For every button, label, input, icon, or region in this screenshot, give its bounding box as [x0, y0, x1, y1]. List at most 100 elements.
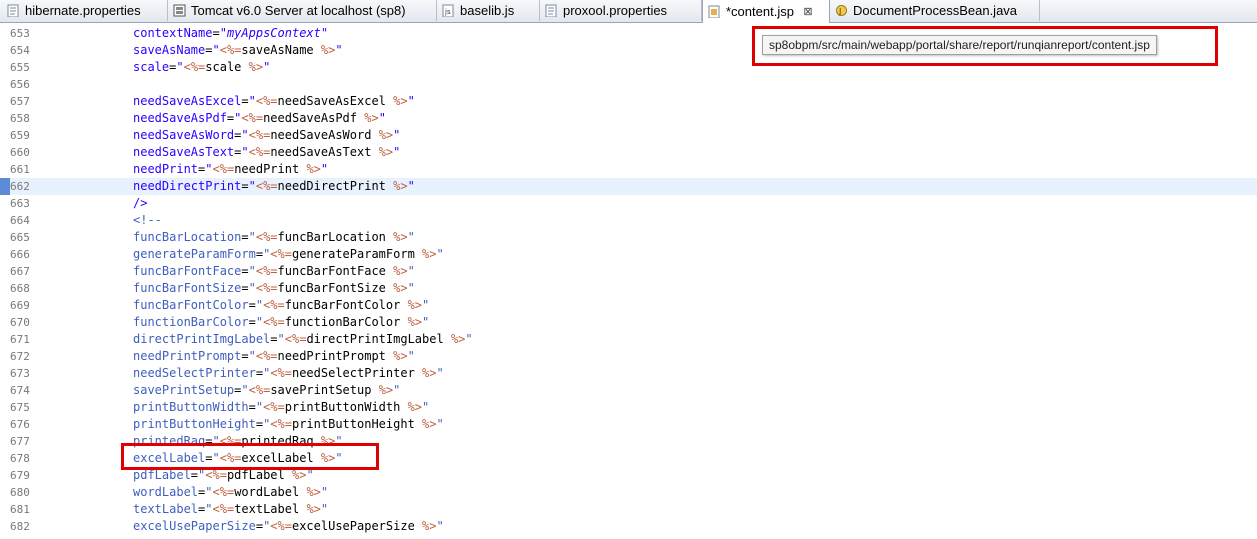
code-line[interactable]: 658 needSaveAsPdf="<%=needSaveAsPdf %>"	[0, 110, 1257, 127]
code-text: needSaveAsWord="<%=needSaveAsWord %>"	[133, 128, 401, 142]
code-line[interactable]: 672 needPrintPrompt="<%=needPrintPrompt %…	[0, 348, 1257, 365]
code-line[interactable]: 668 funcBarFontSize="<%=funcBarFontSize %…	[0, 280, 1257, 297]
line-number: 673	[10, 367, 30, 380]
code-line[interactable]: 666 generateParamForm="<%=generateParamFo…	[0, 246, 1257, 263]
line-number: 661	[10, 163, 30, 176]
tab-content-jsp[interactable]: *content.jsp ⊠	[702, 0, 830, 23]
code-line[interactable]: 680 wordLabel="<%=wordLabel %>"	[0, 484, 1257, 501]
code-line[interactable]: 660 needSaveAsText="<%=needSaveAsText %>"	[0, 144, 1257, 161]
line-number: 656	[10, 78, 30, 91]
line-number: 670	[10, 316, 30, 329]
code-text: needSaveAsExcel="<%=needSaveAsExcel %>"	[133, 94, 415, 108]
code-text: needSaveAsPdf="<%=needSaveAsPdf %>"	[133, 111, 386, 125]
highlight-box-excel-label	[121, 443, 379, 470]
line-number: 677	[10, 435, 30, 448]
code-line[interactable]: 676 printButtonHeight="<%=printButtonHeig…	[0, 416, 1257, 433]
line-number: 666	[10, 248, 30, 261]
tab-hibernate-properties[interactable]: hibernate.properties	[2, 0, 168, 21]
code-text: wordLabel="<%=wordLabel %>"	[133, 485, 329, 499]
code-line[interactable]: 665 funcBarLocation="<%=funcBarLocation %…	[0, 229, 1257, 246]
code-text: <!--	[133, 213, 162, 227]
line-number: 655	[10, 61, 30, 74]
code-text: functionBarColor="<%=functionBarColor %>…	[133, 315, 430, 329]
line-number: 660	[10, 146, 30, 159]
code-text: directPrintImgLabel="<%=directPrintImgLa…	[133, 332, 473, 346]
code-line[interactable]: 663 />	[0, 195, 1257, 212]
line-number: 657	[10, 95, 30, 108]
code-line[interactable]: 671 directPrintImgLabel="<%=directPrintIm…	[0, 331, 1257, 348]
line-number: 675	[10, 401, 30, 414]
line-number: 679	[10, 469, 30, 482]
code-text: needSelectPrinter="<%=needSelectPrinter …	[133, 366, 444, 380]
line-number: 658	[10, 112, 30, 125]
tab-proxool-properties[interactable]: proxool.properties	[540, 0, 702, 21]
code-text: funcBarFontFace="<%=funcBarFontFace %>"	[133, 264, 415, 278]
code-text: needPrint="<%=needPrint %>"	[133, 162, 329, 176]
tab-label: baselib.js	[460, 3, 515, 18]
code-line[interactable]: 675 printButtonWidth="<%=printButtonWidth…	[0, 399, 1257, 416]
line-number: 653	[10, 27, 30, 40]
code-text: savePrintSetup="<%=savePrintSetup %>"	[133, 383, 401, 397]
js-file-icon: js	[441, 4, 455, 18]
tab-label: hibernate.properties	[25, 3, 141, 18]
code-text: saveAsName="<%=saveAsName %>"	[133, 43, 343, 57]
line-number: 671	[10, 333, 30, 346]
properties-file-icon	[6, 4, 20, 18]
line-number: 681	[10, 503, 30, 516]
highlight-box-tooltip	[752, 26, 1218, 66]
line-number: 664	[10, 214, 30, 227]
code-line[interactable]: 667 funcBarFontFace="<%=funcBarFontFace %…	[0, 263, 1257, 280]
code-text: funcBarLocation="<%=funcBarLocation %>"	[133, 230, 415, 244]
code-line[interactable]: 674 savePrintSetup="<%=savePrintSetup %>"	[0, 382, 1257, 399]
code-text: printButtonWidth="<%=printButtonWidth %>…	[133, 400, 430, 414]
code-line[interactable]: 656	[0, 76, 1257, 93]
java-file-icon: J	[834, 4, 848, 18]
code-text: scale="<%=scale %>"	[133, 60, 271, 74]
svg-text:js: js	[444, 8, 451, 16]
code-text: funcBarFontSize="<%=funcBarFontSize %>"	[133, 281, 415, 295]
line-number: 668	[10, 282, 30, 295]
tab-label: proxool.properties	[563, 3, 668, 18]
editor-tab-bar: hibernate.properties Tomcat v6.0 Server a…	[0, 0, 1257, 23]
code-text: contextName="myAppsContext"	[133, 26, 329, 40]
code-text: />	[133, 196, 148, 210]
code-line[interactable]: 657 needSaveAsExcel="<%=needSaveAsExcel %…	[0, 93, 1257, 110]
code-text: needSaveAsText="<%=needSaveAsText %>"	[133, 145, 401, 159]
tab-tomcat-v6-0-server-at-localhost-sp8[interactable]: Tomcat v6.0 Server at localhost (sp8)	[168, 0, 437, 21]
tab-documentprocessbean-java[interactable]: J DocumentProcessBean.java	[830, 0, 1040, 21]
line-number: 674	[10, 384, 30, 397]
code-line[interactable]: 664 <!--	[0, 212, 1257, 229]
code-text: needDirectPrint="<%=needDirectPrint %>"	[133, 179, 415, 193]
code-line[interactable]: 673 needSelectPrinter="<%=needSelectPrint…	[0, 365, 1257, 382]
tab-baselib-js[interactable]: js baselib.js	[437, 0, 540, 21]
line-number: 665	[10, 231, 30, 244]
code-line[interactable]: 670 functionBarColor="<%=functionBarColor…	[0, 314, 1257, 331]
code-line[interactable]: 669 funcBarFontColor="<%=funcBarFontColor…	[0, 297, 1257, 314]
code-line[interactable]: 659 needSaveAsWord="<%=needSaveAsWord %>"	[0, 127, 1257, 144]
line-number: 654	[10, 44, 30, 57]
tab-label: Tomcat v6.0 Server at localhost (sp8)	[191, 3, 406, 18]
code-line[interactable]: 682 excelUsePaperSize="<%=excelUsePaperSi…	[0, 518, 1257, 535]
code-text: textLabel="<%=textLabel %>"	[133, 502, 329, 516]
line-number: 676	[10, 418, 30, 431]
code-text: excelUsePaperSize="<%=excelUsePaperSize …	[133, 519, 444, 533]
close-tab-icon[interactable]: ⊠	[802, 6, 814, 18]
svg-text:J: J	[838, 7, 841, 16]
line-number: 672	[10, 350, 30, 363]
code-line[interactable]: 661 needPrint="<%=needPrint %>"	[0, 161, 1257, 178]
line-number: 669	[10, 299, 30, 312]
line-number: 682	[10, 520, 30, 533]
line-number: 678	[10, 452, 30, 465]
line-number: 659	[10, 129, 30, 142]
code-text: generateParamForm="<%=generateParamForm …	[133, 247, 444, 261]
code-line[interactable]: 681 textLabel="<%=textLabel %>"	[0, 501, 1257, 518]
code-text: needPrintPrompt="<%=needPrintPrompt %>"	[133, 349, 415, 363]
properties-file-icon	[544, 4, 558, 18]
line-number: 662	[10, 180, 30, 193]
line-number: 667	[10, 265, 30, 278]
tab-label: *content.jsp	[726, 4, 794, 19]
line-number: 680	[10, 486, 30, 499]
server-icon	[172, 4, 186, 18]
code-line[interactable]: 662 needDirectPrint="<%=needDirectPrint %…	[0, 178, 1257, 195]
code-text: funcBarFontColor="<%=funcBarFontColor %>…	[133, 298, 430, 312]
